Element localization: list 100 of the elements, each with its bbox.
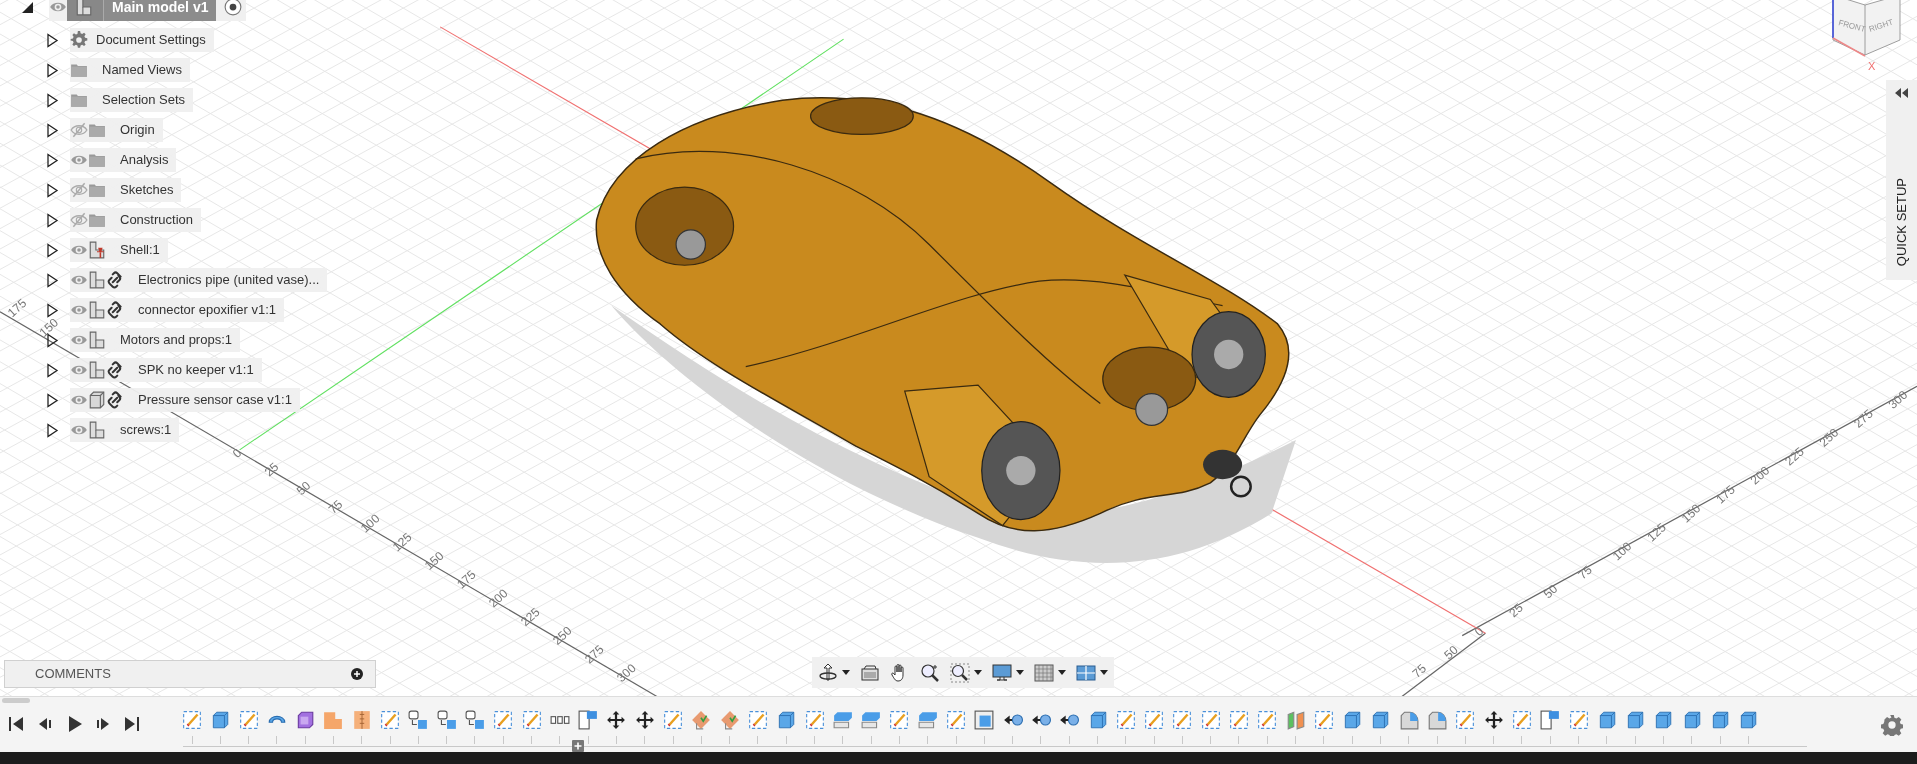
flag-shape-icon[interactable] (578, 710, 599, 730)
browser-item[interactable]: Construction (70, 208, 201, 232)
quick-setup-panel[interactable]: QUICK SETUP (1886, 80, 1917, 280)
box-icon[interactable] (1738, 710, 1759, 730)
scrollbar-thumb[interactable] (2, 698, 30, 703)
sketch-icon[interactable] (238, 710, 259, 730)
activate-radio-icon[interactable] (224, 0, 243, 16)
skip-to-start-icon[interactable] (8, 716, 24, 732)
sketch-icon[interactable] (1172, 710, 1193, 730)
diamond-icon[interactable] (691, 710, 712, 730)
expand-arrow-icon[interactable] (45, 302, 60, 318)
box-icon[interactable] (1370, 710, 1391, 730)
sketch-icon[interactable] (1313, 710, 1334, 730)
caret-icon[interactable] (842, 670, 850, 675)
expand-arrow-icon[interactable] (45, 422, 60, 438)
ruler-label: 50 (1540, 581, 1561, 602)
caret-icon[interactable] (1016, 670, 1024, 675)
box-icon[interactable] (1342, 710, 1363, 730)
browser-item[interactable]: Named Views (70, 58, 190, 82)
browser-item[interactable]: Origin (70, 118, 163, 142)
slabs-icon[interactable] (1285, 710, 1306, 730)
browser-item[interactable]: Analysis (70, 148, 177, 172)
cube-icon[interactable] (295, 710, 316, 730)
boxes-icon[interactable] (408, 710, 429, 730)
expand-arrow-icon[interactable] (45, 32, 60, 48)
browser-item[interactable]: Pressure sensor case v1:1 (70, 388, 300, 412)
play-icon[interactable] (66, 716, 82, 732)
sketch-icon[interactable] (804, 710, 825, 730)
step-forward-icon[interactable] (95, 716, 111, 732)
browser-item[interactable]: SPK no keeper v1:1 (70, 358, 262, 382)
expand-arrow-icon[interactable] (45, 362, 60, 378)
browser-item[interactable]: screws:1 (70, 418, 180, 442)
zoom-window-icon[interactable] (950, 662, 970, 683)
sketch-icon[interactable] (747, 710, 768, 730)
caret-icon[interactable] (1100, 670, 1108, 675)
sketch-icon[interactable] (182, 710, 202, 730)
sketch-icon[interactable] (1200, 710, 1221, 730)
browser-item[interactable]: Motors and props:1 (70, 328, 240, 352)
expand-arrow-icon[interactable] (45, 242, 60, 258)
stacked-plates-icon[interactable] (861, 710, 882, 730)
move-icon[interactable] (634, 710, 655, 730)
expand-arrow-icon[interactable] (45, 62, 60, 78)
expand-arrow-icon[interactable] (45, 182, 60, 198)
box-icon[interactable] (776, 710, 797, 730)
sketch-icon[interactable] (493, 710, 514, 730)
expand-arrow-icon[interactable] (45, 272, 60, 288)
sketch-icon[interactable] (1511, 710, 1532, 730)
sketch-icon[interactable] (1229, 710, 1249, 730)
sketch-icon[interactable] (946, 710, 966, 730)
boxes-icon[interactable] (436, 710, 457, 730)
browser-item[interactable]: Sketches (70, 178, 182, 202)
boxes-icon[interactable] (464, 710, 485, 730)
zoom-icon[interactable] (920, 662, 940, 683)
browser-item[interactable]: Selection Sets (70, 88, 194, 112)
stacked-plates-icon[interactable] (917, 710, 938, 730)
sketch-icon[interactable] (1568, 710, 1589, 730)
skip-to-end-icon[interactable] (124, 716, 140, 732)
sketch-icon[interactable] (1144, 710, 1165, 730)
sketch-icon[interactable] (663, 710, 684, 730)
browser-item[interactable]: connector epoxifier v1:1 (70, 298, 285, 322)
sketch-icon[interactable] (380, 710, 401, 730)
expand-arrow-icon[interactable] (45, 92, 60, 108)
collapse-icon[interactable] (1894, 88, 1909, 98)
monitor-icon[interactable] (992, 662, 1012, 683)
collapse-arrow-icon[interactable] (20, 0, 35, 15)
box-icon[interactable] (1653, 710, 1674, 730)
stacked-plates-icon[interactable] (832, 710, 853, 730)
folder-icon (88, 121, 106, 139)
browser-item[interactable]: Shell:1 (70, 238, 168, 262)
add-icon[interactable] (351, 668, 363, 680)
look-at-icon[interactable] (860, 662, 880, 683)
settings-icon[interactable] (1881, 714, 1903, 736)
expand-arrow-icon[interactable] (45, 152, 60, 168)
add-marker-icon[interactable] (572, 740, 584, 752)
browser-item[interactable]: Document Settings (70, 28, 214, 52)
flag-shape-icon[interactable] (1540, 710, 1561, 730)
box-icon[interactable] (210, 710, 231, 730)
sketch-icon[interactable] (1257, 710, 1278, 730)
move-icon[interactable] (1483, 710, 1504, 730)
box-icon[interactable] (1710, 710, 1731, 730)
step-back-icon[interactable] (37, 716, 53, 732)
caret-icon[interactable] (974, 670, 982, 675)
sketch-icon[interactable] (521, 710, 542, 730)
caret-icon[interactable] (1058, 670, 1066, 675)
diamond-icon[interactable] (719, 710, 740, 730)
framed-box-icon[interactable] (974, 710, 995, 730)
move-icon[interactable] (606, 710, 627, 730)
expand-arrow-icon[interactable] (45, 392, 60, 408)
sketch-icon[interactable] (889, 710, 910, 730)
sketch-icon[interactable] (1115, 710, 1136, 730)
box-icon[interactable] (1625, 710, 1646, 730)
hatched-block-icon[interactable] (351, 710, 372, 730)
expand-arrow-icon[interactable] (45, 212, 60, 228)
rounded-block-icon[interactable] (1427, 710, 1448, 730)
viewports-icon[interactable] (1076, 662, 1096, 683)
expand-arrow-icon[interactable] (45, 122, 60, 138)
sketch-icon[interactable] (1455, 710, 1476, 730)
rounded-block-icon[interactable] (1398, 710, 1419, 730)
browser-item[interactable]: Electronics pipe (united vase)... (70, 268, 328, 292)
orbit-icon[interactable] (818, 662, 838, 683)
